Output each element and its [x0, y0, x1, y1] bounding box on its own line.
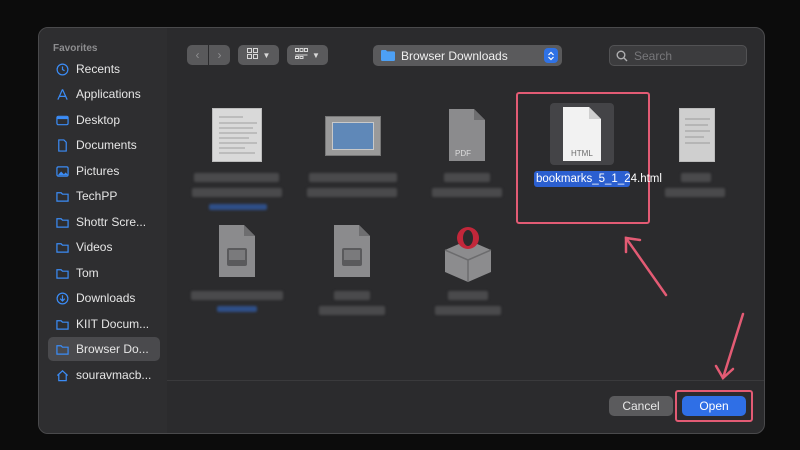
arrow-to-file: [624, 236, 668, 297]
annotation-arrows: [624, 236, 745, 380]
